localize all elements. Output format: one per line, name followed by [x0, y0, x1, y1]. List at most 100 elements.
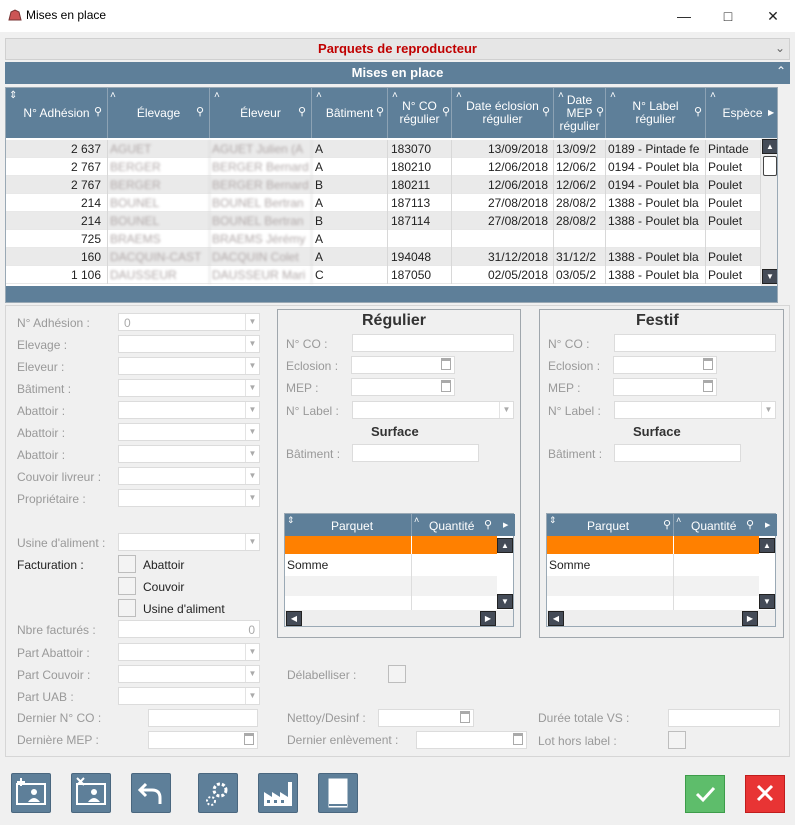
scroll-up-icon[interactable]: ▲ — [762, 139, 777, 154]
abattoir-combo-2[interactable]: ▼ — [118, 423, 260, 441]
dernier-enlevement-input[interactable] — [416, 731, 527, 749]
regulier-mep-input[interactable] — [351, 378, 455, 396]
document-button[interactable] — [318, 773, 358, 813]
sort-icon[interactable]: ˄ — [214, 90, 220, 101]
part-uab-combo[interactable]: ▼ — [118, 687, 260, 705]
chevron-down-icon[interactable]: ▼ — [245, 490, 259, 506]
factory-button[interactable] — [258, 773, 298, 813]
chevron-down-icon[interactable]: ⌄ — [775, 41, 785, 55]
search-icon[interactable]: ⚲ — [442, 105, 450, 118]
sort-icon[interactable]: ˄ — [316, 90, 322, 101]
search-icon[interactable]: ⚲ — [94, 105, 102, 118]
sort-icon[interactable]: ⇕ — [549, 515, 557, 526]
scroll-down-icon[interactable]: ▼ — [497, 594, 513, 609]
grid-vscroll[interactable]: ▲ ▼ — [761, 138, 777, 286]
delete-card-button[interactable] — [71, 773, 111, 813]
chevron-down-icon[interactable]: ▼ — [245, 446, 259, 462]
couvoir-combo[interactable]: ▼ — [118, 467, 260, 485]
close-icon[interactable]: ✕ — [763, 6, 783, 26]
chevron-down-icon[interactable]: ▼ — [245, 336, 259, 352]
calendar-icon[interactable] — [441, 380, 451, 392]
add-card-button[interactable] — [11, 773, 51, 813]
part-abattoir-combo[interactable]: ▼ — [118, 643, 260, 661]
regulier-co-input[interactable] — [352, 334, 514, 352]
chevron-down-icon[interactable]: ▼ — [245, 688, 259, 704]
duree-input[interactable] — [668, 709, 780, 727]
calendar-icon[interactable] — [703, 358, 713, 370]
festif-parquet-table[interactable]: ⇕ Parquet ⚲ ˄ Quantité ⚲ ▶ Somme ▲ ▼ ◀ ▶ — [546, 513, 777, 627]
maximize-icon[interactable]: □ — [718, 6, 738, 26]
chevron-down-icon[interactable]: ▼ — [245, 534, 259, 550]
table-row[interactable]: 160 DACQUIN-CAST DACQUIN Colet A 194048 31/12… — [6, 248, 761, 266]
scroll-left-icon[interactable]: ◀ — [286, 611, 302, 626]
chevron-right-icon[interactable]: ▶ — [765, 521, 770, 529]
sort-icon[interactable]: ˄ — [456, 90, 462, 101]
sort-icon[interactable]: ˄ — [610, 90, 616, 101]
table-row[interactable]: 2 767 BERGER BERGER Bernard B 180211 12/06/20… — [6, 176, 761, 194]
search-icon[interactable]: ⚲ — [596, 105, 604, 118]
chevron-up-icon[interactable]: ⌃ — [776, 64, 786, 78]
chevron-down-icon[interactable]: ▼ — [245, 402, 259, 418]
chevron-right-icon[interactable]: ▶ — [768, 108, 774, 117]
chevron-down-icon[interactable]: ▼ — [245, 644, 259, 660]
table-row[interactable]: 1 106 DAUSSEUR DAUSSEUR Mari C 187050 02/05/2… — [6, 266, 761, 284]
scroll-thumb[interactable] — [763, 156, 777, 176]
calendar-icon[interactable] — [703, 380, 713, 392]
cancel-button[interactable] — [745, 775, 785, 813]
regulier-selected-row[interactable] — [285, 536, 497, 554]
scroll-right-icon[interactable]: ▶ — [742, 611, 758, 626]
search-icon[interactable]: ⚲ — [663, 518, 671, 531]
chevron-right-icon[interactable]: ▶ — [503, 521, 508, 529]
sort-icon[interactable]: ˄ — [110, 90, 116, 101]
scroll-left-icon[interactable]: ◀ — [548, 611, 564, 626]
table-row[interactable]: 725 BRAEMS BRAEMS Jérémy A — [6, 230, 761, 248]
calendar-icon[interactable] — [460, 711, 470, 723]
derniere-mep-input[interactable] — [148, 731, 258, 749]
sort-icon[interactable]: ˄ — [558, 90, 564, 101]
settings-button[interactable] — [198, 773, 238, 813]
chevron-down-icon[interactable]: ▼ — [245, 358, 259, 374]
scroll-right-icon[interactable]: ▶ — [480, 611, 496, 626]
search-icon[interactable]: ⚲ — [298, 105, 306, 118]
chevron-down-icon[interactable]: ▼ — [245, 314, 259, 330]
col-adhesion[interactable]: N° Adhésion — [6, 88, 108, 138]
chevron-down-icon[interactable]: ▼ — [245, 666, 259, 682]
festif-batiment-input[interactable] — [614, 444, 741, 462]
col-eclosion[interactable]: Date éclosion régulier — [452, 88, 554, 138]
minimize-icon[interactable]: — — [674, 6, 694, 26]
regulier-label-combo[interactable]: ▼ — [352, 401, 514, 419]
sort-icon[interactable]: ⇕ — [287, 515, 295, 526]
dernier-co-input[interactable] — [148, 709, 258, 727]
table-row[interactable]: 2 767 BERGER BERGER Bernard A 180210 12/06/20… — [6, 158, 761, 176]
checkbox-lot-hors-label[interactable] — [668, 731, 686, 749]
chevron-down-icon[interactable]: ▼ — [245, 380, 259, 396]
col-eleveur[interactable]: Éleveur — [210, 88, 312, 138]
nbre-input[interactable]: 0 — [118, 620, 260, 638]
regulier-batiment-input[interactable] — [352, 444, 479, 462]
sort-icon[interactable]: ⇕ — [9, 90, 17, 101]
search-icon[interactable]: ⚲ — [196, 105, 204, 118]
nettoy-input[interactable] — [378, 709, 474, 727]
chevron-down-icon[interactable]: ▼ — [245, 468, 259, 484]
search-icon[interactable]: ⚲ — [376, 105, 384, 118]
sort-icon[interactable]: ˄ — [414, 515, 419, 525]
abattoir-combo-3[interactable]: ▼ — [118, 445, 260, 463]
calendar-icon[interactable] — [441, 358, 451, 370]
elevage-combo[interactable]: ▼ — [118, 335, 260, 353]
regulier-parquet-table[interactable]: ⇕ Parquet ˄ Quantité ⚲ ▶ Somme ▲ ▼ ◀ ▶ — [284, 513, 515, 627]
sort-icon[interactable]: ˄ — [676, 515, 681, 525]
sort-icon[interactable]: ˄ — [710, 90, 716, 101]
chevron-down-icon[interactable]: ▼ — [761, 402, 775, 418]
col-elevage[interactable]: Élevage — [108, 88, 210, 138]
section-mises[interactable]: Mises en place ⌃ — [5, 62, 790, 84]
sort-icon[interactable]: ˄ — [392, 90, 398, 101]
search-icon[interactable]: ⚲ — [694, 105, 702, 118]
festif-eclosion-input[interactable] — [613, 356, 717, 374]
section-parquets[interactable]: Parquets de reproducteur ⌄ — [5, 38, 790, 60]
checkbox-usine[interactable] — [118, 599, 136, 617]
festif-co-input[interactable] — [614, 334, 776, 352]
col-label[interactable]: N° Label régulier — [606, 88, 706, 138]
mises-grid[interactable]: N° Adhésion Élevage Éleveur Bâtiment N° … — [5, 87, 778, 303]
batiment-combo[interactable]: ▼ — [118, 379, 260, 397]
search-icon[interactable]: ⚲ — [484, 518, 492, 531]
